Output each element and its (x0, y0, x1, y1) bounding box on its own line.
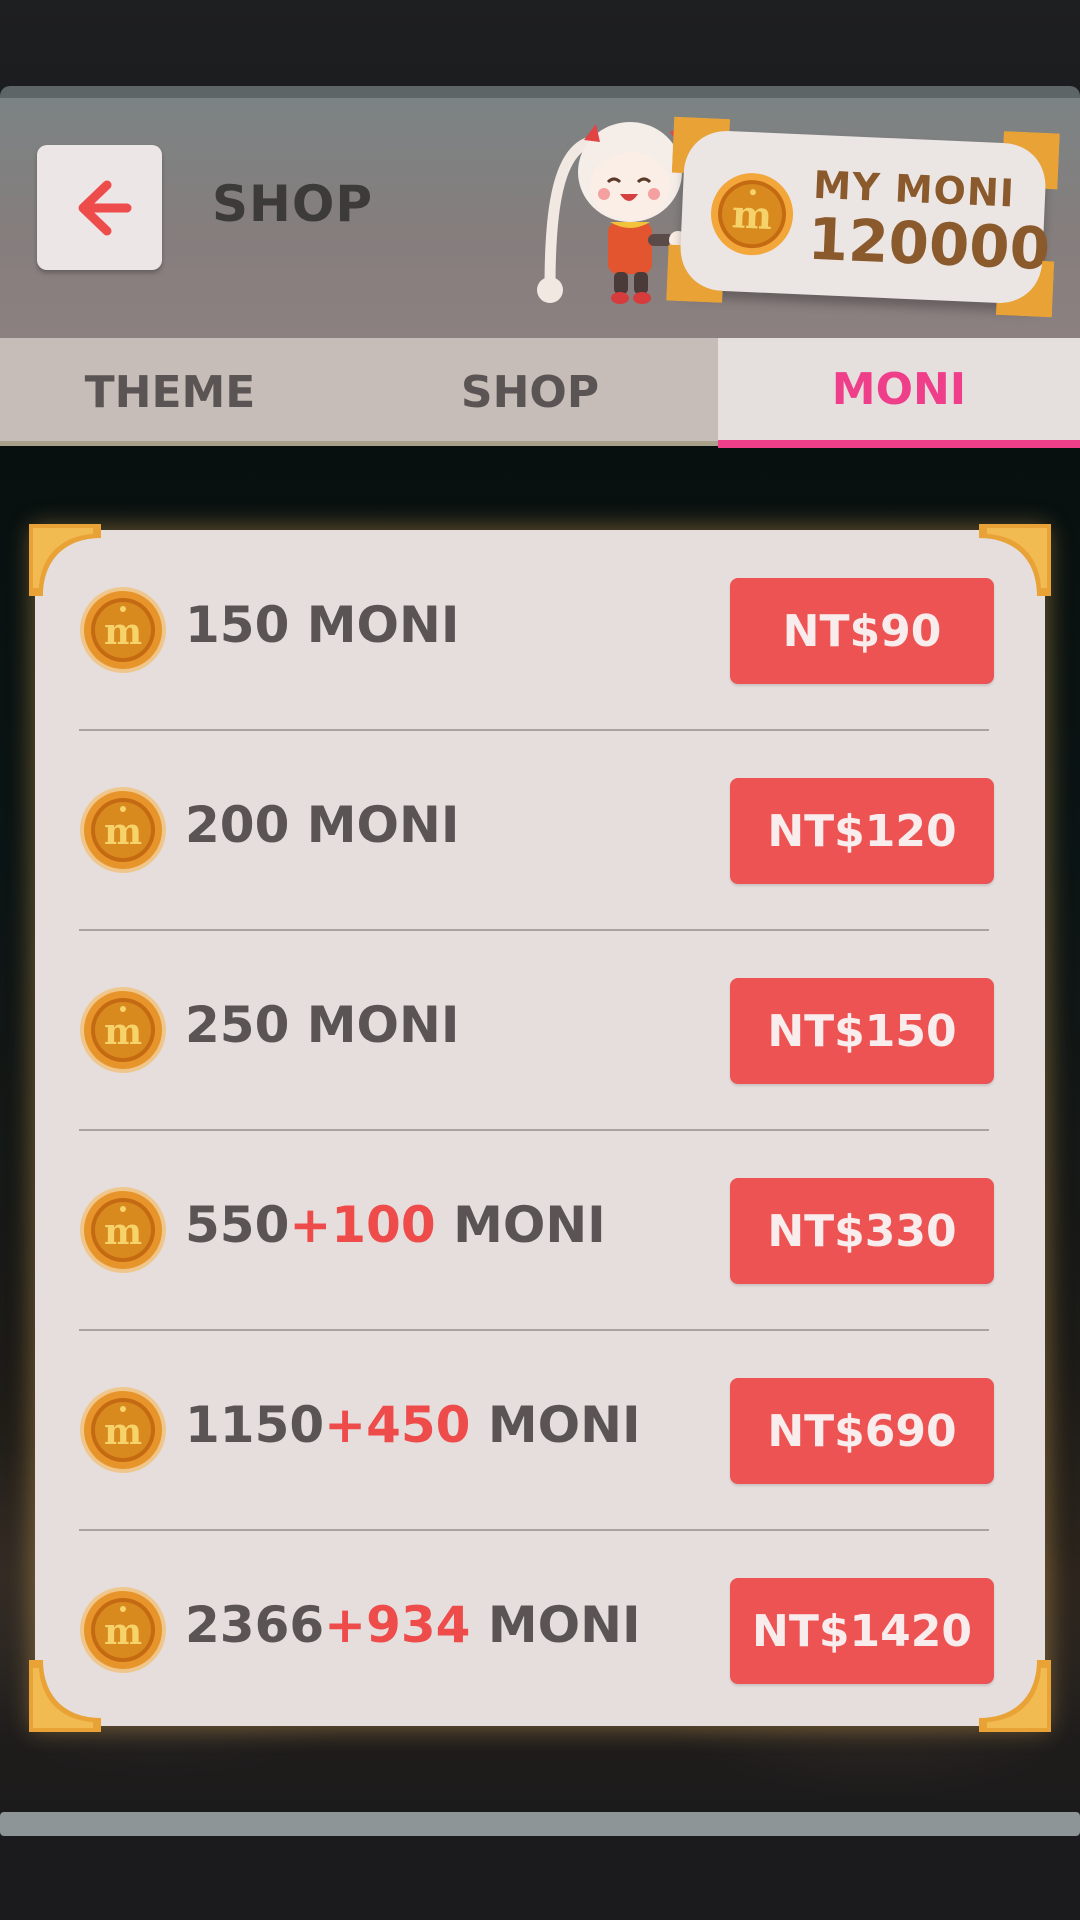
moni-coin-icon: m (80, 1387, 166, 1473)
package-base-amount: 2366 (185, 1596, 325, 1654)
list-item: m 200 MONI NT$120 (35, 730, 1045, 931)
buy-button[interactable]: NT$150 (730, 978, 994, 1084)
package-label: 250 MONI (185, 996, 460, 1054)
package-base-amount: 1150 (185, 1396, 325, 1454)
package-base-amount: 150 (185, 596, 290, 654)
tab-moni[interactable]: MONI (718, 338, 1080, 448)
arrow-left-icon (78, 180, 132, 236)
moni-coin-icon: m (80, 1587, 166, 1673)
package-label: 1150+450 MONI (185, 1396, 641, 1454)
list-item: m 1150+450 MONI NT$690 (35, 1330, 1045, 1531)
package-base-amount: 200 (185, 796, 290, 854)
svg-text:m: m (104, 1611, 142, 1653)
list-item: m 150 MONI NT$90 (35, 530, 1045, 731)
moni-package-list: m 150 MONI NT$90 m 200 MONI NT$120 m 250… (29, 524, 1051, 1732)
buy-button[interactable]: NT$120 (730, 778, 994, 884)
package-unit: MONI (306, 596, 460, 654)
package-bonus-amount: +934 (324, 1596, 471, 1654)
package-bonus-amount: +450 (324, 1396, 471, 1454)
moni-coin-icon: m (711, 173, 794, 256)
card-corner-decoration (666, 244, 723, 303)
moni-coin-icon: m (80, 587, 166, 673)
tab-theme[interactable]: THEME (0, 338, 340, 446)
buy-button[interactable]: NT$690 (730, 1378, 994, 1484)
tab-bar: THEME SHOP MONI (0, 338, 1080, 448)
package-unit: MONI (487, 1596, 641, 1654)
buy-button[interactable]: NT$1420 (730, 1578, 994, 1684)
list-item: m 2366+934 MONI NT$1420 (35, 1530, 1045, 1730)
package-bonus-amount: +100 (289, 1196, 436, 1254)
card-corner-decoration (1003, 131, 1060, 190)
package-unit: MONI (306, 996, 460, 1054)
card-corner-decoration (671, 116, 731, 174)
package-label: 200 MONI (185, 796, 460, 854)
balance-card: m MY MONI 120000 (666, 116, 1060, 318)
buy-button[interactable]: NT$330 (730, 1178, 994, 1284)
package-label: 150 MONI (185, 596, 460, 654)
moni-coin-icon: m (80, 1187, 166, 1273)
bottom-frame (0, 1836, 1080, 1920)
package-base-amount: 250 (185, 996, 290, 1054)
page-title: SHOP (212, 175, 374, 233)
moni-coin-icon: m (80, 987, 166, 1073)
svg-text:m: m (104, 611, 142, 653)
package-unit: MONI (453, 1196, 606, 1254)
list-item: m 250 MONI NT$150 (35, 930, 1045, 1131)
svg-text:m: m (104, 1411, 142, 1453)
moni-coin-icon: m (80, 787, 166, 873)
package-label: 2366+934 MONI (185, 1596, 641, 1654)
package-base-amount: 550 (185, 1196, 290, 1254)
tab-shop[interactable]: SHOP (340, 338, 720, 446)
moni-shop-screen: SHOP m MY MONI 120000 THEME SHOP MONI m … (0, 0, 1080, 1920)
card-corner-decoration (995, 260, 1055, 318)
back-button[interactable] (37, 145, 162, 270)
svg-text:m: m (104, 811, 142, 853)
package-unit: MONI (487, 1396, 641, 1454)
list-item: m 550+100 MONI NT$330 (35, 1130, 1045, 1331)
svg-text:m: m (104, 1211, 142, 1253)
svg-text:m: m (731, 191, 773, 238)
svg-text:m: m (104, 1011, 142, 1053)
package-unit: MONI (306, 796, 460, 854)
bottom-frame-edge (0, 1812, 1080, 1836)
buy-button[interactable]: NT$90 (730, 578, 994, 684)
package-label: 550+100 MONI (185, 1196, 606, 1254)
